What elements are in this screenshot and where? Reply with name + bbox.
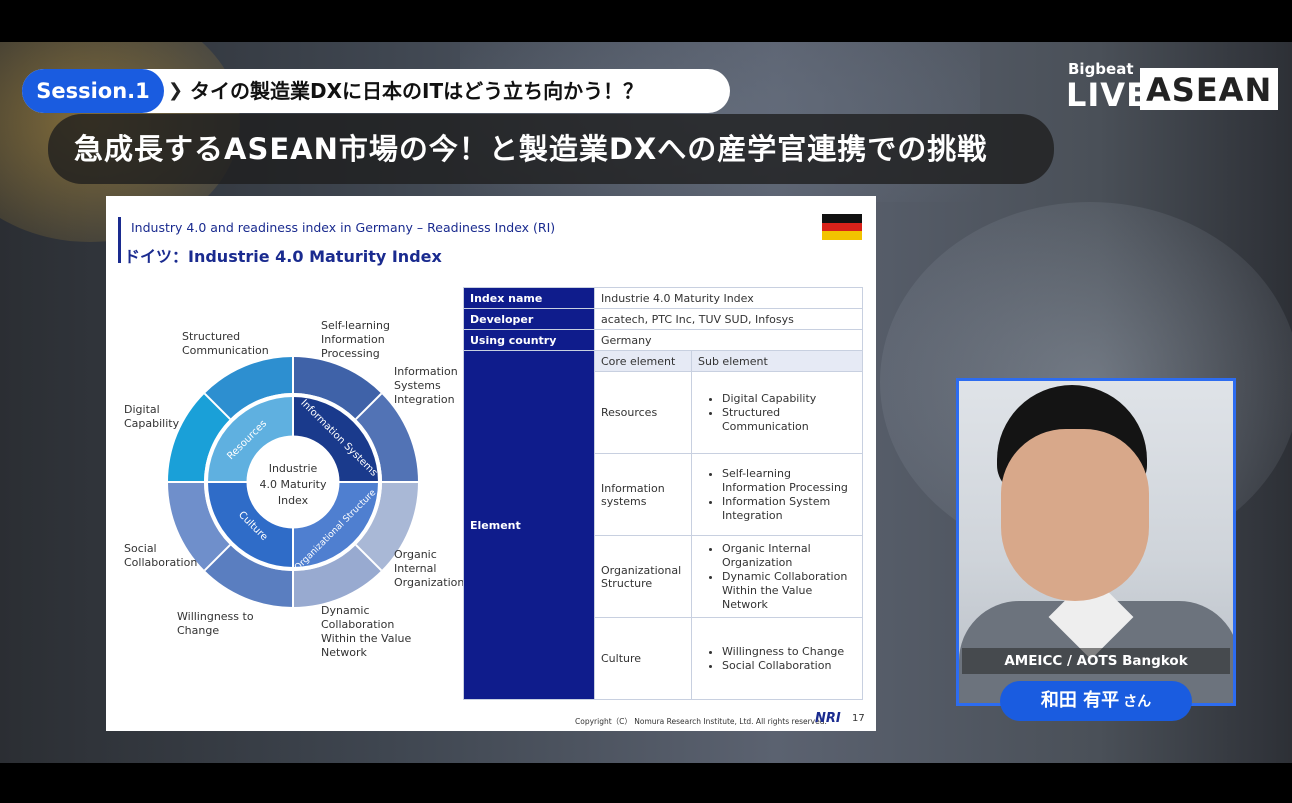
index-info-table: Index name Industrie 4.0 Maturity Index D…: [463, 287, 863, 700]
ring-label-dynamic-collaboration: Dynamic Collaboration Within the Value Netw…: [321, 604, 412, 659]
table-row: Developer acatech, PTC Inc, TUV SUD, Info…: [463, 308, 863, 330]
table-row: Index name Industrie 4.0 Maturity Index: [463, 287, 863, 309]
logo-live: LIVE: [1066, 76, 1149, 114]
ring-center-line2: 4.0 Maturity: [260, 478, 327, 491]
chevron-right-icon: ❯: [168, 80, 184, 101]
slide-subtitle: Industry 4.0 and readiness index in Germ…: [131, 220, 556, 235]
ring-label-self-learning: Self-learning Information Processing: [321, 319, 390, 360]
ring-center-line1: Industrie: [269, 462, 318, 475]
ring-label-social-collaboration: Social Collaboration: [124, 542, 198, 569]
ring-label-digital-capability: Digital Capability: [124, 403, 180, 430]
germany-flag-icon: [822, 214, 862, 240]
speaker-organization: AMEICC / AOTS Bangkok: [962, 648, 1230, 674]
logo-asean: ASEAN: [1140, 68, 1279, 110]
session-subtitle: タイの製造業DXに日本のITはどう立ち向かう！？: [190, 79, 644, 103]
speaker-honorific: さん: [1123, 694, 1152, 710]
slide-page-number: 17: [852, 713, 865, 724]
slide-accent-bar: [118, 217, 121, 263]
slide-title: ドイツ：Industrie 4.0 Maturity Index: [124, 247, 442, 266]
table-row: Using country Germany: [463, 329, 863, 351]
nri-logo: NRI: [815, 711, 841, 726]
ring-label-structured-communication: Structured Communication: [182, 330, 269, 357]
main-title: 急成長するASEAN市場の今！と製造業DXへの産学官連携での挑戦: [48, 114, 1054, 184]
table-row: Element Core element Sub element: [463, 350, 863, 700]
col-core-header: Core element: [594, 350, 692, 372]
ring-center-line3: Index: [278, 494, 309, 507]
ring-label-organic-internal: Organic Internal Organization: [394, 548, 465, 589]
slide-copyright: Copyright（C） Nomura Research Institute, …: [575, 717, 827, 726]
speaker-name: 和田 有平: [1040, 690, 1120, 711]
speaker-name-badge: 和田 有平 さん: [1000, 681, 1192, 721]
letterbox-top: [0, 0, 1292, 42]
element-cell: Element: [463, 350, 595, 700]
session-tag: Session.1: [22, 69, 164, 113]
ring-label-information-systems-integration: Information Systems Integration: [394, 365, 458, 406]
ring-label-willingness: Willingness to Change: [177, 610, 254, 637]
col-sub-header: Sub element: [691, 350, 863, 372]
letterbox-bottom: [0, 763, 1292, 803]
